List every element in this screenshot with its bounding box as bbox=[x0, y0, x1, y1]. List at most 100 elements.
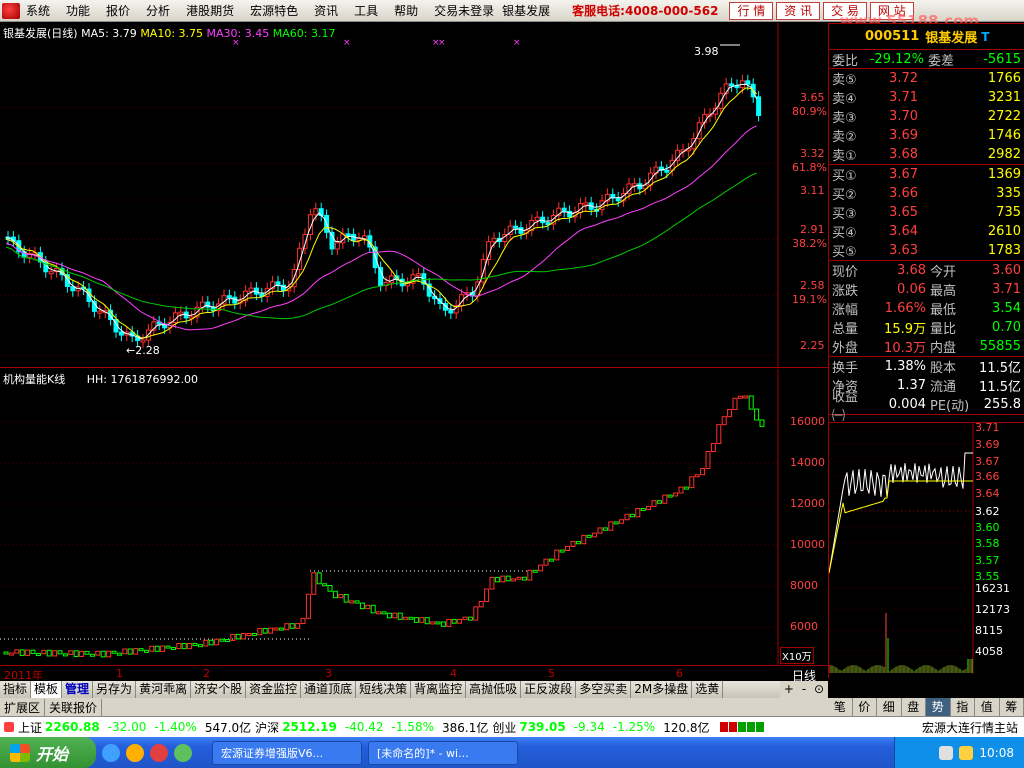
index-name[interactable]: 上证 bbox=[18, 719, 42, 736]
menu-system[interactable]: 系统 bbox=[26, 2, 50, 19]
sell-level[interactable]: 卖② 3.69 1746 bbox=[829, 126, 1024, 145]
tab-save-as[interactable]: 另存为 bbox=[93, 681, 137, 698]
intraday-vol-tick: 16231 bbox=[975, 582, 1010, 595]
reset-button[interactable]: ⊙ bbox=[814, 681, 824, 698]
tab-long-short[interactable]: 多空买卖 bbox=[576, 681, 632, 698]
tab-indicator[interactable]: 指标 bbox=[0, 681, 32, 698]
menu-help[interactable]: 帮助 bbox=[394, 2, 418, 19]
index-name[interactable]: 创业 bbox=[492, 719, 516, 736]
tab-wave[interactable]: 正反波段 bbox=[521, 681, 577, 698]
tab-high-low[interactable]: 高抛低吸 bbox=[466, 681, 522, 698]
network-icon[interactable] bbox=[939, 745, 954, 760]
volume-bar bbox=[667, 494, 673, 498]
volume-bar bbox=[440, 621, 446, 627]
candle bbox=[415, 273, 421, 277]
menu-function[interactable]: 功能 bbox=[66, 2, 90, 19]
volume-icon[interactable] bbox=[959, 745, 974, 760]
sell-level[interactable]: 卖⑤ 3.72 1766 bbox=[829, 69, 1024, 88]
tab-template[interactable]: 模板 bbox=[31, 681, 63, 698]
explorer-icon[interactable] bbox=[126, 743, 144, 762]
tab-extension[interactable]: 扩展区 bbox=[0, 698, 46, 716]
app-quick-icon[interactable] bbox=[174, 743, 192, 762]
sell-level[interactable]: 卖① 3.68 2982 bbox=[829, 145, 1024, 164]
zoom-in-button[interactable]: + bbox=[784, 681, 794, 698]
buy-level[interactable]: 买⑤ 3.63 1783 bbox=[829, 241, 1024, 260]
volume-bar bbox=[35, 652, 41, 656]
tab-manage[interactable]: 管理 bbox=[62, 681, 94, 698]
volume-bar bbox=[500, 575, 506, 583]
volume-bar bbox=[467, 616, 473, 621]
index-value: 2512.19 bbox=[282, 720, 337, 734]
menu-analysis[interactable]: 分析 bbox=[146, 2, 170, 19]
menu-info[interactable]: 资讯 bbox=[314, 2, 338, 19]
index-name[interactable]: 沪深 bbox=[255, 719, 279, 736]
right-tab[interactable]: 价 bbox=[853, 698, 877, 716]
intraday-chart[interactable]: 3.713.693.673.663.643.623.603.583.573.55… bbox=[829, 422, 1024, 674]
tab-channel[interactable]: 通道顶底 bbox=[301, 681, 357, 698]
menu-tools[interactable]: 工具 bbox=[354, 2, 378, 19]
volume-bar bbox=[268, 627, 274, 634]
index-bar: 上证 2260.88 -32.00 -1.40% 547.0亿 沪深 2512.… bbox=[0, 716, 1024, 737]
app-quick-icon[interactable] bbox=[150, 743, 168, 762]
login-status[interactable]: 交易未登录 bbox=[434, 2, 494, 19]
windows-logo-icon bbox=[10, 743, 30, 762]
start-button[interactable]: 开始 bbox=[0, 737, 96, 768]
info-button[interactable]: 资 讯 bbox=[776, 1, 821, 20]
volume-bar bbox=[419, 617, 425, 623]
volume-bar bbox=[392, 612, 398, 619]
right-tab[interactable]: 值 bbox=[975, 698, 1000, 716]
clock[interactable]: 10:08 bbox=[979, 746, 1014, 760]
menu-quote[interactable]: 报价 bbox=[106, 2, 130, 19]
menu-hongyuan[interactable]: 宏源特色 bbox=[250, 2, 298, 19]
right-tab[interactable]: 势 bbox=[926, 698, 951, 716]
volume-chart[interactable]: 机构量能K线 HH: 1761876992.00 16000 14000 12000… bbox=[0, 369, 828, 665]
buy-book: 买① 3.67 1369 买② 3.66 335 买③ 3.65 735 买④ 3.64 2610 买⑤… bbox=[829, 164, 1024, 260]
intraday-vol-tick: 4058 bbox=[975, 645, 1003, 658]
buy-level[interactable]: 买② 3.66 335 bbox=[829, 184, 1024, 203]
buy-level[interactable]: 买③ 3.65 735 bbox=[829, 203, 1024, 222]
intraday-tick: 3.62 bbox=[975, 505, 1000, 518]
volume-bar bbox=[79, 650, 85, 657]
index-amount: 120.8亿 bbox=[663, 720, 710, 735]
quote-button[interactable]: 行 情 bbox=[729, 1, 774, 20]
volume-bar bbox=[673, 492, 679, 497]
system-tray: 10:08 bbox=[894, 737, 1024, 768]
tab-jian[interactable]: 济安个股 bbox=[191, 681, 247, 698]
ie-icon[interactable] bbox=[102, 743, 120, 762]
tab-huanghe[interactable]: 黄河乖离 bbox=[136, 681, 192, 698]
volume-hh: HH: 1761876992.00 bbox=[86, 373, 198, 386]
right-tab[interactable]: 笔 bbox=[828, 698, 853, 716]
volume-tick: 10000 bbox=[790, 538, 825, 551]
volume-bar bbox=[451, 618, 457, 624]
buy-level[interactable]: 买④ 3.64 2610 bbox=[829, 222, 1024, 241]
right-tab[interactable]: 盘 bbox=[902, 698, 926, 716]
fib-tick: 80.9% bbox=[792, 105, 827, 118]
tab-divergence[interactable]: 背离监控 bbox=[411, 681, 467, 698]
tab-short-term[interactable]: 短线决策 bbox=[356, 681, 412, 698]
sell-level[interactable]: 卖④ 3.71 3231 bbox=[829, 88, 1024, 107]
task-wiki[interactable]: [未命名的]* - wi... bbox=[368, 740, 518, 765]
candle bbox=[210, 306, 216, 312]
tab-related-quote[interactable]: 关联报价 bbox=[45, 698, 103, 716]
right-tab[interactable]: 指 bbox=[951, 698, 975, 716]
task-hongyuan[interactable]: 宏源证券增强版V6... bbox=[212, 740, 362, 765]
volume-bar bbox=[370, 604, 376, 614]
zoom-out-button[interactable]: - bbox=[802, 681, 806, 698]
tab-2m[interactable]: 2M多操盘 bbox=[631, 681, 693, 698]
tab-select[interactable]: 选黄 bbox=[692, 681, 724, 698]
fib-tick: 61.8% bbox=[792, 161, 827, 174]
tab-fund-monitor[interactable]: 资金监控 bbox=[246, 681, 302, 698]
sell-level[interactable]: 卖③ 3.70 2722 bbox=[829, 107, 1024, 126]
volume-bar bbox=[160, 645, 166, 652]
kline-chart[interactable]: × × × × × 银基发展(日线) MA5: 3.79 MA10: 3.75 MA30… bbox=[0, 23, 828, 368]
volume-bar bbox=[689, 476, 695, 489]
candle bbox=[534, 216, 540, 221]
index-change: -9.34 bbox=[573, 720, 605, 734]
menu-hk-futures[interactable]: 港股期货 bbox=[186, 2, 234, 19]
right-tab[interactable]: 细 bbox=[877, 698, 902, 716]
candle bbox=[513, 225, 519, 229]
server-name[interactable]: 宏源大连行情主站 bbox=[922, 719, 1018, 736]
buy-level[interactable]: 买① 3.67 1369 bbox=[829, 165, 1024, 184]
volume-canvas bbox=[0, 369, 779, 665]
right-tab[interactable]: 筹 bbox=[1000, 698, 1024, 716]
